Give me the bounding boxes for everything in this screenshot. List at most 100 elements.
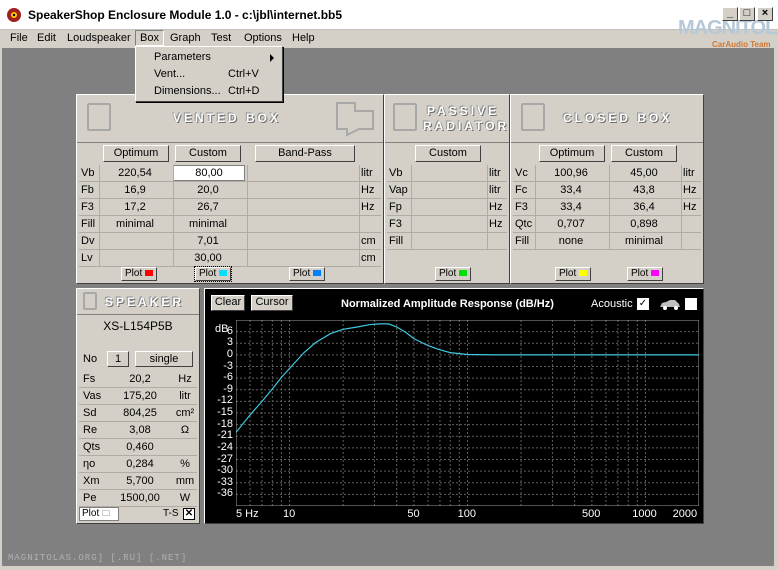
optimum-value: 33,4 (560, 201, 582, 213)
graph-panel: Clear Cursor Normalized Amplitude Respon… (204, 288, 704, 524)
row-unit: cm (361, 235, 376, 247)
footer-watermark: MAGNITOLAS.ORG] [.RU] [.NET] (8, 553, 188, 563)
speaker-param-label: Pe (83, 492, 97, 504)
passive-custom-button[interactable]: Custom (415, 145, 481, 162)
window-title: SpeakerShop Enclosure Module 1.0 - c:\jb… (28, 8, 343, 22)
closed-optimum-plot-button[interactable]: Plot (555, 267, 592, 281)
speaker-param-unit: Hz (178, 373, 192, 385)
menu-item-parameters[interactable]: Parameters (136, 49, 282, 66)
row-label: Fill (389, 235, 404, 247)
row-unit: cm (361, 252, 376, 264)
color-swatch (651, 270, 660, 277)
optimum-value: 16,9 (124, 184, 146, 196)
menu-item-dimensions[interactable]: Dimensions... Ctrl+D (136, 83, 282, 100)
speaker-param-label: Qts (83, 441, 101, 453)
car-checkbox[interactable] (685, 298, 697, 310)
speaker-plot-button[interactable]: Plot (79, 507, 119, 521)
speaker-param-value[interactable]: 5,700 (109, 473, 171, 490)
mode-button[interactable]: single (135, 351, 193, 367)
speaker-param-value[interactable]: 175,20 (109, 388, 171, 405)
custom-value: 36,4 (633, 201, 655, 213)
passive-radiator-panel: PASSIVE RADIATOR Custom Vb litr Vap litr Fp H… (384, 94, 510, 284)
row-unit (361, 216, 381, 233)
x-tick-label: 2000 (672, 508, 698, 520)
menu-box[interactable]: Box (135, 30, 164, 46)
close-button[interactable]: × (757, 7, 773, 21)
row-unit: Hz (683, 184, 697, 196)
ts-label: T-S (163, 508, 179, 519)
menu-options[interactable]: Options (240, 31, 286, 46)
speaker-panel: SPEAKER XS-L154P5B No 1 single Fs 20,2 Hz V… (76, 288, 200, 524)
menu-shortcut: Ctrl+D (228, 85, 260, 97)
y-tick-label: -33 (217, 475, 233, 488)
plot-label: Plot (439, 268, 457, 279)
custom-value: 30,00 (194, 252, 222, 264)
app-icon (7, 8, 21, 22)
acoustic-checkbox[interactable]: ✓ (637, 298, 649, 310)
speaker-param-value[interactable]: 0,284 (109, 456, 171, 473)
column-divider (681, 165, 682, 250)
x-tick-label: 100 (457, 508, 476, 520)
closed-optimum-button[interactable]: Optimum (539, 145, 605, 162)
custom-value: 45,00 (630, 167, 658, 179)
count-value[interactable]: 1 (107, 351, 129, 367)
row-unit: Hz (683, 201, 697, 213)
speaker-param-value[interactable]: 0,460 (109, 439, 171, 456)
custom-value[interactable]: 80,00 (173, 165, 245, 181)
speaker-model[interactable]: XS-L154P5B (77, 319, 199, 333)
clear-button[interactable]: Clear (211, 295, 245, 311)
optimum-value (101, 233, 169, 250)
menu-file[interactable]: File (6, 31, 32, 46)
menu-shortcut: Ctrl+V (228, 68, 259, 80)
row-unit (489, 233, 509, 250)
plot-label: Plot (293, 268, 311, 279)
y-tick-label: -21 (217, 429, 233, 442)
plot-label: Plot (82, 508, 100, 519)
bandpass-button[interactable]: Band-Pass (255, 145, 355, 162)
row-unit: litr (489, 167, 501, 179)
optimum-value: minimal (116, 218, 154, 230)
passive-plot-button[interactable]: Plot (435, 267, 472, 281)
vented-custom-button[interactable]: Custom (175, 145, 241, 162)
minimize-button[interactable]: _ (722, 7, 738, 21)
speaker-param-unit: W (179, 492, 191, 504)
chart-title: Normalized Amplitude Response (dB/Hz) (341, 298, 554, 310)
menu-item-vent[interactable]: Vent... Ctrl+V (136, 66, 282, 83)
cursor-button[interactable]: Cursor (251, 295, 293, 311)
vented-optimum-button[interactable]: Optimum (103, 145, 169, 162)
passive-header: PASSIVE RADIATOR (385, 95, 509, 143)
column-divider (609, 165, 610, 250)
car-icon (660, 300, 680, 310)
menu-help[interactable]: Help (288, 31, 319, 46)
y-tick-label: -24 (217, 440, 233, 453)
speaker-param-value[interactable]: 3,08 (109, 422, 171, 439)
custom-value: minimal (189, 218, 227, 230)
bandpass-plot-button[interactable]: Plot (289, 267, 326, 281)
closed-custom-plot-button[interactable]: Plot (627, 267, 664, 281)
passive-title-1: PASSIVE (427, 104, 500, 118)
maximize-button[interactable]: □ (739, 7, 755, 21)
speaker-param-value[interactable]: 20,2 (109, 371, 171, 388)
speaker-param-unit: Ω (180, 424, 190, 436)
vented-custom-plot-button[interactable]: Plot (193, 266, 233, 282)
row-unit: Hz (489, 218, 503, 230)
y-tick-label: -30 (217, 464, 233, 477)
speaker-param-unit: mm (175, 475, 195, 487)
menu-graph[interactable]: Graph (166, 31, 205, 46)
y-tick-label: -18 (217, 417, 233, 430)
custom-value: minimal (625, 235, 663, 247)
menu-edit[interactable]: Edit (33, 31, 60, 46)
speaker-param-value[interactable]: 1500,00 (109, 490, 171, 507)
y-tick-label: 3 (226, 336, 233, 349)
row-unit (683, 233, 703, 250)
menu-test[interactable]: Test (207, 31, 235, 46)
speaker-count-row: No 1 single (77, 351, 199, 368)
ts-checkbox[interactable]: ✕ (183, 508, 195, 520)
count-label: No (83, 353, 98, 365)
closed-custom-button[interactable]: Custom (611, 145, 677, 162)
response-plot[interactable] (236, 320, 699, 506)
vented-optimum-plot-button[interactable]: Plot (121, 267, 158, 281)
speaker-param-value[interactable]: 804,25 (109, 405, 171, 422)
optimum-value: 0,707 (557, 218, 585, 230)
menu-loudspeaker[interactable]: Loudspeaker (63, 31, 135, 46)
